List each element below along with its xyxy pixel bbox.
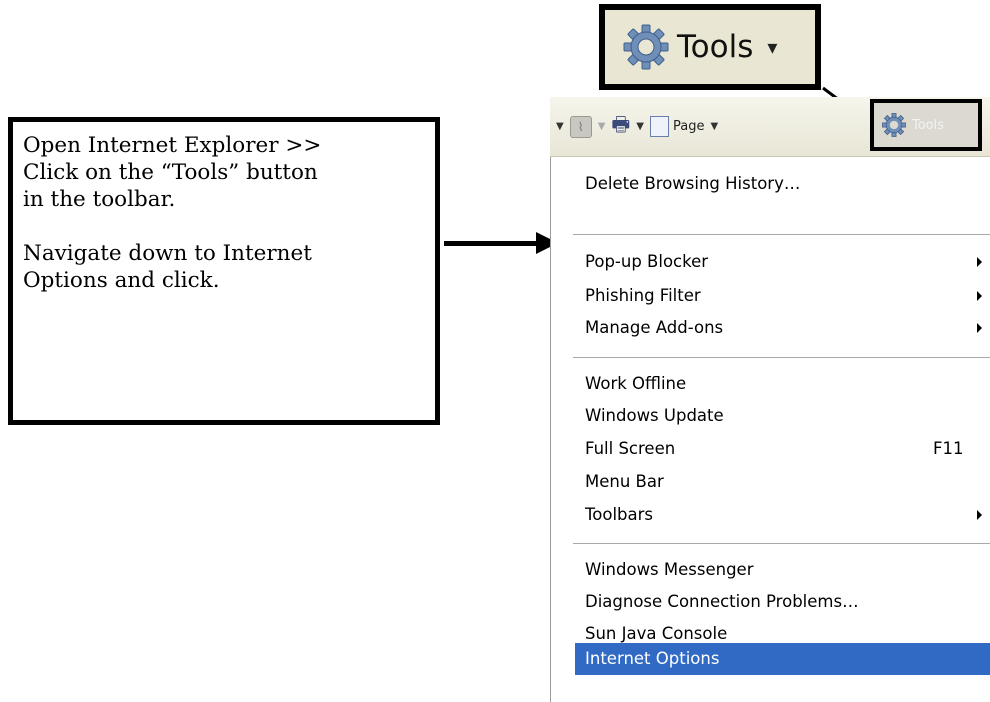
chevron-down-icon[interactable]: ▼ <box>636 121 644 132</box>
menu-item-delete-browsing-history[interactable]: Delete Browsing History… <box>585 169 800 199</box>
chevron-down-icon: ▼ <box>710 121 719 132</box>
menu-item-toolbars[interactable]: Toolbars <box>585 500 653 530</box>
callout-line-3: in the toolbar. <box>23 187 176 212</box>
tools-label-zoomed: Tools <box>677 29 754 65</box>
page-button[interactable]: Page ▼ <box>650 116 724 137</box>
submenu-arrow-icon <box>977 257 982 267</box>
gear-icon <box>882 113 906 137</box>
menu-item-internet-options-label: Internet Options <box>585 649 720 668</box>
full-screen-shortcut: F11 <box>933 439 964 458</box>
instruction-callout: Open Internet Explorer >> Click on the “… <box>8 117 440 425</box>
callout-line-5: Options and click. <box>23 268 220 293</box>
page-icon <box>650 116 669 137</box>
submenu-arrow-icon <box>977 510 982 520</box>
tools-button[interactable]: Tools <box>870 99 982 151</box>
menu-item-full-screen[interactable]: Full Screen <box>585 434 675 464</box>
chevron-down-icon[interactable]: ▼ <box>598 121 606 132</box>
chevron-down-icon[interactable]: ▼ <box>556 121 564 132</box>
submenu-arrow-icon <box>977 323 982 333</box>
menu-item-manage-addons[interactable]: Manage Add-ons <box>585 313 723 343</box>
menu-separator <box>573 543 990 545</box>
menu-item-windows-update[interactable]: Windows Update <box>585 401 724 431</box>
menu-item-internet-options[interactable]: Internet Options <box>575 643 990 675</box>
gear-icon <box>623 24 669 70</box>
menu-item-diagnose-connection-problems[interactable]: Diagnose Connection Problems… <box>585 587 859 617</box>
callout-line-1: Open Internet Explorer >> <box>23 133 322 158</box>
tools-menu: Delete Browsing History… Pop-up Blocker … <box>550 157 990 702</box>
menu-item-work-offline[interactable]: Work Offline <box>585 369 686 399</box>
menu-item-menu-bar[interactable]: Menu Bar <box>585 467 664 497</box>
tools-label: Tools <box>912 117 945 133</box>
print-icon[interactable]: 🖶 <box>611 110 630 144</box>
submenu-arrow-icon <box>977 291 982 301</box>
callout-line-2: Click on the “Tools” button <box>23 160 318 185</box>
menu-item-popup-blocker[interactable]: Pop-up Blocker <box>585 247 708 277</box>
menu-item-phishing-filter[interactable]: Phishing Filter <box>585 281 701 311</box>
arrow-line <box>444 241 540 246</box>
page-label: Page <box>673 119 705 134</box>
callout-line-4: Navigate down to Internet <box>23 241 312 266</box>
menu-separator <box>573 234 990 236</box>
rss-feed-icon[interactable]: ⌇ <box>569 115 592 138</box>
menu-separator <box>573 357 990 359</box>
tools-button-zoomed[interactable]: Tools ▾ <box>599 4 821 90</box>
menu-item-windows-messenger[interactable]: Windows Messenger <box>585 555 754 585</box>
chevron-down-icon: ▾ <box>767 35 778 59</box>
